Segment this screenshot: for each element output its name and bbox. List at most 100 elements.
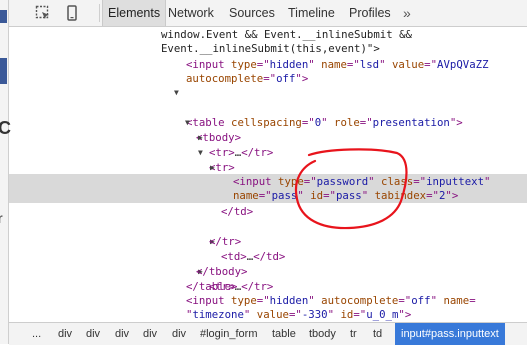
dom-token: name [321,58,347,71]
breadcrumb-item[interactable]: div [112,323,132,345]
dom-token: </td> [221,205,254,218]
breadcrumb-item[interactable]: table [269,323,299,345]
dom-line[interactable]: ▼ <tbody> [9,100,527,144]
page-viewport-sliver: C r [0,0,11,344]
page-blue-block [0,10,7,23]
dom-line[interactable]: </tr> [9,234,527,249]
dom-token: tabindex [374,189,427,202]
dom-line-content: name="pass" id="pass" tabindex="2"> [233,188,458,203]
breadcrumb-item[interactable]: div [83,323,103,345]
dom-line-content: Event.__inlineSubmit(this,event)"> [161,41,380,56]
dom-token: -330 [301,308,328,321]
dom-token: hidden [269,58,309,71]
page-blue-block [0,58,7,84]
devtools-toolbar: Elements Network Sources Timeline Profil… [9,0,527,27]
breadcrumb-active-item[interactable]: input#pass.inputtext [395,323,505,345]
dom-token: id [310,189,324,202]
dom-token: <input [233,175,279,188]
dom-line[interactable]: window.Event && Event.__inlineSubmit && [9,27,527,42]
toolbar-separator [99,4,100,22]
dom-token: id [340,308,354,321]
tab-timeline[interactable]: Timeline [283,0,340,26]
dom-line[interactable]: </table> [9,279,527,294]
dom-line[interactable]: Event.__inlineSubmit(this,event)"> [9,41,527,56]
dom-token: " [327,308,341,321]
breadcrumb-item[interactable]: ... [29,323,44,345]
dom-token: =" [413,175,427,188]
dom-token: u_0_m [366,308,399,321]
dom-token: "> [295,72,309,85]
dom-line-content: "timezone" value="-330" id="u_0_m"> [186,307,411,322]
dom-token: autocomplete [186,72,264,85]
breadcrumb: ... div div div div div #login_form tabl… [9,322,527,345]
dom-token: lsd [359,58,380,71]
dom-line[interactable]: <input type="hidden" name="lsd" value="A… [9,57,527,72]
dom-token: window.Event && Event.__inlineSubmit && [161,28,412,41]
dom-token: " [368,175,382,188]
dom-line-content: </td> [221,204,253,219]
dom-line[interactable]: autocomplete="off"> [9,71,527,86]
selected-dom-node[interactable]: <input type="password" class="inputtext"… [9,174,527,203]
dom-token: =" [346,58,360,71]
dom-token: =" [288,308,302,321]
dom-token: </tbody> [196,265,248,278]
dom-line-content: <input type="hidden" autocomplete="off" … [186,293,476,308]
dom-token: </table> [186,280,238,293]
dom-token: value [256,308,289,321]
dom-token: "> [398,308,412,321]
dom-line-content: autocomplete="off"> [186,71,308,86]
dom-token: hidden [269,294,309,307]
dom-line-content: </tr> [209,234,241,249]
dom-token: =" [303,175,317,188]
breadcrumb-item[interactable]: div [140,323,160,345]
dom-line-content: </table> [186,279,237,294]
dom-token: =" [353,308,367,321]
dom-line[interactable]: ▶ <td>…</td> [9,145,527,189]
dom-line[interactable]: </tbody> [9,264,527,279]
device-mode-icon[interactable] [64,5,80,21]
dom-token: " [430,294,444,307]
breadcrumb-item[interactable]: #login_form [197,323,260,345]
dom-token: name [233,189,259,202]
breadcrumb-item[interactable]: div [55,323,75,345]
dom-line[interactable]: "timezone" value="-330" id="u_0_m"> [9,307,527,322]
dom-token: " [379,58,392,71]
inspect-element-icon[interactable] [35,5,51,21]
expanded-triangle-icon[interactable]: ▼ [174,85,179,100]
dom-line[interactable]: ▶ <tr>…</tr> [9,115,527,159]
dom-token: =" [323,189,336,202]
dom-line[interactable]: </td> [9,204,527,219]
dom-line[interactable]: ▼ <table cellspacing="0" role="presentat… [9,85,527,129]
breadcrumb-item[interactable]: tbody [306,323,339,345]
dom-line[interactable]: <input type="hidden" autocomplete="off" … [9,293,527,308]
breadcrumb-item[interactable]: div [169,323,189,345]
dom-token: <input [186,58,232,71]
dom-line[interactable]: ▼ <tr> [9,130,527,174]
dom-token: =" [426,189,439,202]
dom-token: inputtext [426,175,485,188]
tab-network[interactable]: Network [163,0,219,26]
breadcrumb-item[interactable]: td [370,323,385,345]
dom-token: AVpQVaZZ [437,58,489,71]
page-glyph: r [0,210,3,226]
breadcrumb-item[interactable]: tr [347,323,360,345]
dom-token: " [297,189,311,202]
dom-token: class [381,175,414,188]
dom-token: pass [271,189,298,202]
dom-token: password [316,175,369,188]
dom-token: =" [424,58,438,71]
more-tabs-button[interactable]: » [398,0,416,26]
dom-line[interactable]: ▼ <td> [9,160,527,204]
dom-line[interactable]: ▶ <td>…</td> [9,219,527,263]
dom-token: type [231,294,257,307]
dom-token: off [276,72,296,85]
tab-profiles[interactable]: Profiles [344,0,396,26]
tab-sources[interactable]: Sources [224,0,280,26]
tab-elements[interactable]: Elements [102,0,167,26]
dom-line[interactable]: ▶ <tr>…</tr> [9,249,527,293]
dom-tree: window.Event && Event.__inlineSubmit && … [9,27,527,322]
dom-line-content: <input type="hidden" name="lsd" value="A… [186,57,489,72]
dom-token: =" [256,58,270,71]
dom-token: " [308,294,322,307]
dom-token: " [361,189,375,202]
